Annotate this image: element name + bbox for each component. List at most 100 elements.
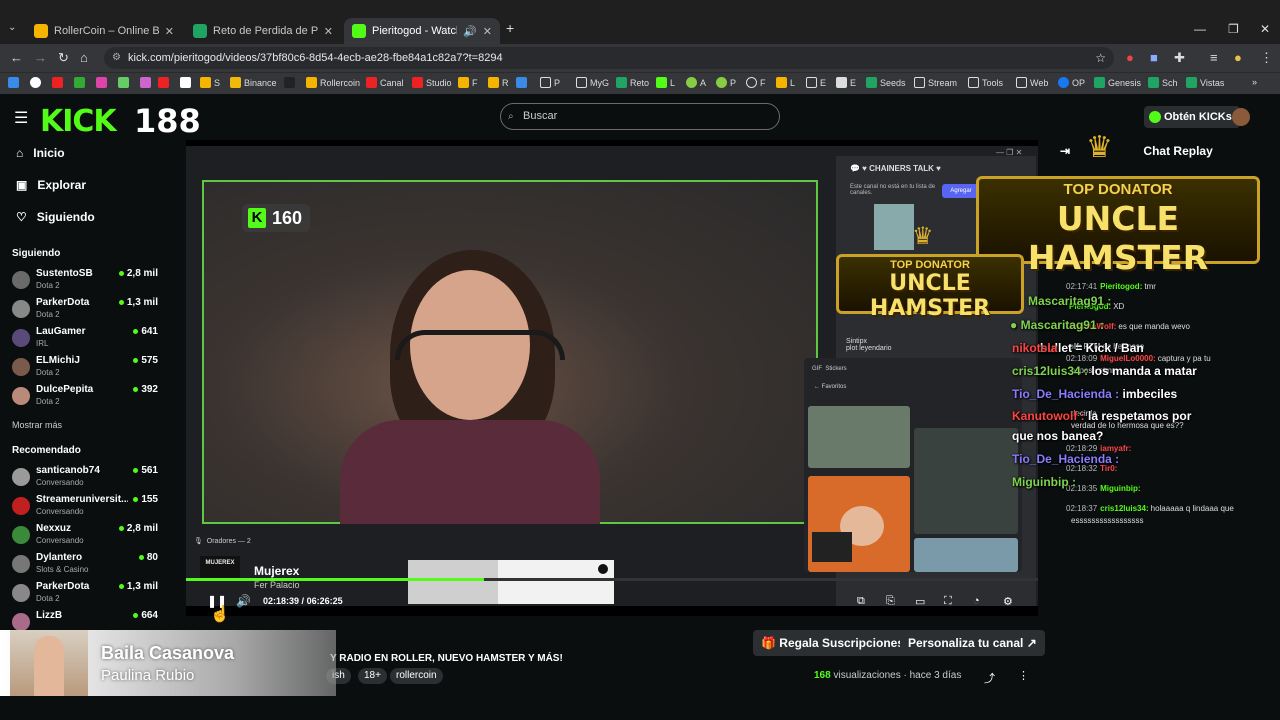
share-icon[interactable]: ⤴ [984, 670, 995, 686]
close-window-icon[interactable]: ✕ [1260, 22, 1270, 36]
kick-logo[interactable]: KICK [40, 104, 117, 139]
bookmark-icon[interactable] [30, 77, 41, 88]
new-tab-icon[interactable]: + [506, 20, 514, 36]
bookmark-a[interactable]: A [686, 77, 706, 88]
sidebar-channel[interactable]: santicanob74 Conversando 561 [12, 465, 162, 493]
home-icon[interactable]: ⌂ [80, 50, 88, 65]
bookmark-icon[interactable] [140, 77, 151, 88]
tag[interactable]: rollercoin [390, 668, 443, 684]
bookmark-star-icon[interactable]: ☆ [1095, 47, 1106, 69]
bookmark-icon[interactable] [284, 77, 295, 88]
reload-icon[interactable]: ↻ [58, 50, 69, 66]
bookmark-icon[interactable] [74, 77, 85, 88]
bookmark-folder-myg[interactable]: MyG [576, 77, 609, 88]
sidebar-channel[interactable]: Streameruniversit... Conversando 155 [12, 494, 162, 522]
sidebar-channel[interactable]: ParkerDota Dota 2 1,3 mil [12, 581, 162, 609]
more-bookmarks-icon[interactable]: » [1252, 77, 1257, 87]
nav-inicio[interactable]: ⌂ Inicio [16, 146, 65, 160]
volume-icon[interactable]: 🔊 [236, 594, 251, 608]
bookmark-r[interactable]: R [488, 77, 509, 88]
sidebar-channel[interactable]: ELMichiJ Dota 2 575 [12, 355, 162, 383]
bookmark-reto[interactable]: Reto [616, 77, 649, 88]
bookmark-rollercoin[interactable]: Rollercoin [306, 77, 360, 88]
bookmark-folder-e[interactable]: E [806, 77, 826, 88]
picture-in-picture-icon[interactable]: ⧉ [857, 595, 865, 608]
bookmark-icon[interactable] [52, 77, 63, 88]
media-control-icon[interactable]: ≡ [1210, 50, 1218, 65]
seek-bar[interactable] [186, 578, 1038, 581]
bookmark-binance[interactable]: Binance [230, 77, 277, 88]
bookmark-icon[interactable] [8, 77, 19, 88]
forward-icon[interactable]: → [34, 50, 47, 65]
bookmark-folder-p[interactable]: P [540, 77, 560, 88]
back-icon[interactable]: ← [10, 50, 23, 65]
hamburger-menu-icon[interactable]: ☰ [14, 108, 28, 128]
bookmark-f2[interactable]: F [746, 77, 766, 88]
sidebar-channel[interactable]: ParkerDota Dota 2 1,3 mil [12, 297, 162, 325]
bookmark-folder-tools[interactable]: Tools [968, 77, 1003, 88]
bookmark-genesis[interactable]: Genesis [1094, 77, 1141, 88]
user-avatar[interactable] [1232, 108, 1250, 126]
maximize-icon[interactable]: ❐ [1228, 22, 1239, 36]
playback-speed-icon[interactable]: ◔ [973, 595, 980, 607]
bookmark-icon[interactable] [158, 77, 169, 88]
chat-username[interactable]: cris12luis34: [1100, 504, 1148, 513]
bookmark-studio[interactable]: Studio [412, 77, 452, 88]
fullscreen-icon[interactable]: ⛶ [944, 595, 952, 608]
bookmark-folder-web[interactable]: Web [1016, 77, 1048, 88]
minimize-icon[interactable]: — [1194, 22, 1206, 36]
sidebar-channel[interactable]: Nexxuz Conversando 2,8 mil [12, 523, 162, 551]
extensions-puzzle-icon[interactable]: ✚ [1174, 50, 1185, 66]
bookmark-icon[interactable] [180, 77, 191, 88]
nav-explorar[interactable]: ▣ Explorar [16, 178, 86, 192]
bookmark-f[interactable]: F [458, 77, 478, 88]
bookmark-sch[interactable]: Sch [1148, 77, 1178, 88]
tab-rollercoin[interactable]: RollerCoin – Online Bitcoin Mini ✕ [26, 18, 182, 44]
show-more-link[interactable]: Mostrar más [12, 420, 62, 430]
site-info-icon[interactable]: ⚙ [112, 47, 121, 69]
tab-reto[interactable]: Reto de Perdida de Peso - El M ✕ [185, 18, 341, 44]
bookmark-op[interactable]: OP [1058, 77, 1085, 88]
extension-icon[interactable]: ■ [1150, 50, 1158, 65]
bookmark-icon[interactable] [96, 77, 107, 88]
close-tab-icon[interactable]: ✕ [324, 25, 333, 38]
get-kicks-button[interactable]: Obtén KICKs [1144, 106, 1240, 128]
menu-icon[interactable]: ⋮ [1260, 50, 1273, 66]
gift-subscriptions-button[interactable]: 🎁 Regala Suscripciones [753, 630, 913, 656]
tab-pieritogod[interactable]: Pieritogod - Watch the VOD 🔊 ✕ [344, 18, 500, 44]
settings-gear-icon[interactable]: ⚙ [1003, 595, 1013, 608]
bookmark-l2[interactable]: L [776, 77, 795, 88]
chat-username[interactable]: Miguinbip: [1100, 484, 1140, 493]
tab-search-icon[interactable]: ⌄ [8, 22, 16, 33]
bookmark-s[interactable]: S [200, 77, 220, 88]
bookmark-l[interactable]: L [656, 77, 675, 88]
close-tab-icon[interactable]: ✕ [165, 25, 174, 38]
close-tab-icon[interactable]: ✕ [483, 25, 492, 38]
profile-icon[interactable]: ● [1234, 50, 1242, 65]
extension-icon[interactable]: ● [1126, 50, 1134, 65]
nav-siguiendo[interactable]: ♡ Siguiendo [16, 210, 95, 224]
sidebar-channel[interactable]: SustentoSB Dota 2 2,8 mil [12, 268, 162, 296]
tag[interactable]: 18+ [358, 668, 387, 684]
address-bar[interactable]: ⚙ kick.com/pieritogod/videos/37bf80c6-8d… [104, 47, 1114, 69]
audio-icon[interactable]: 🔊 [463, 25, 477, 38]
theater-mode-icon[interactable]: ▭ [915, 595, 925, 608]
collapse-chat-icon[interactable]: ⇥ [1060, 144, 1070, 158]
bookmark-icon[interactable] [118, 77, 129, 88]
sidebar-channel[interactable]: Dylantero Slots & Casino 80 [12, 552, 162, 580]
sidebar-channel[interactable]: LauGamer IRL 641 [12, 326, 162, 354]
bookmark-seeds[interactable]: Seeds [866, 77, 906, 88]
chat-username[interactable]: MiguelLo0000: [1100, 354, 1156, 363]
chat-username[interactable]: Pieritogod: [1100, 282, 1142, 291]
customize-channel-button[interactable]: Personaliza tu canal ↗ [900, 630, 1045, 656]
bookmark-p[interactable]: P [716, 77, 736, 88]
bookmark-folder-stream[interactable]: Stream [914, 77, 957, 88]
bookmark-canal[interactable]: Canal [366, 77, 404, 88]
clip-icon[interactable]: ⎘ [886, 595, 895, 608]
bookmark-vistas[interactable]: Vistas [1186, 77, 1224, 88]
sidebar-channel[interactable]: DulcePepita Dota 2 392 [12, 384, 162, 412]
search-input[interactable]: ⌕ Buscar [500, 103, 780, 130]
bookmark-icon[interactable] [516, 77, 527, 88]
more-options-icon[interactable]: ⋮ [1018, 669, 1029, 682]
bookmark-e[interactable]: E [836, 77, 856, 88]
